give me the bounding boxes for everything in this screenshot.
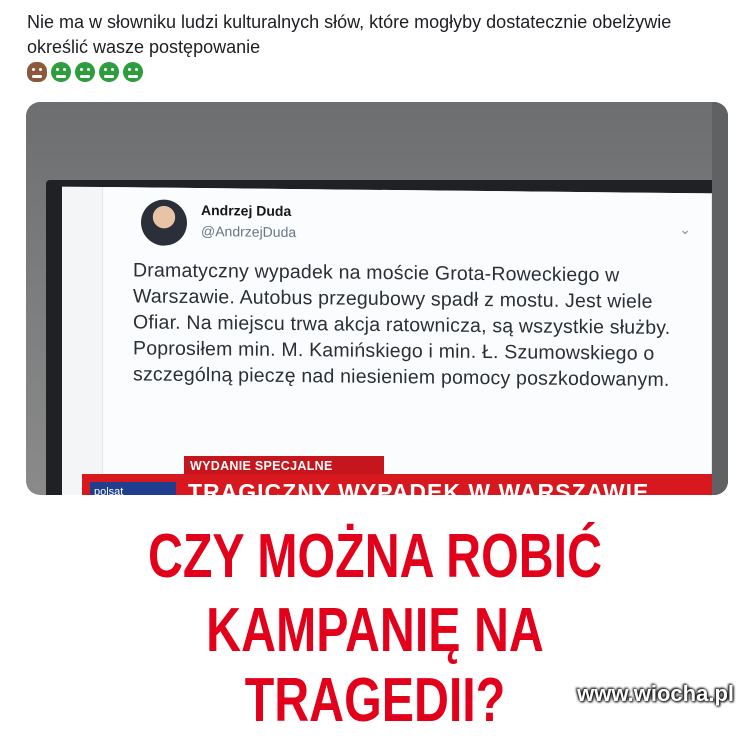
tv-photo[interactable]: Andrzej Duda @AndrzejDuda ⌄ Dramatyczny … xyxy=(26,102,728,495)
tweet-card: Andrzej Duda @AndrzejDuda ⌄ Dramatyczny … xyxy=(102,187,712,494)
watermark: www.wiocha.pl xyxy=(577,681,734,706)
emoji-row xyxy=(27,62,143,84)
nauseated-face-icon xyxy=(99,62,119,82)
chevron-down-icon: ⌄ xyxy=(679,221,691,238)
avatar xyxy=(141,199,187,246)
poo-icon xyxy=(27,62,47,82)
nauseated-face-icon xyxy=(123,62,143,82)
ticker-headline: TRAGICZNY WYPADEK W WARSZAWIE xyxy=(188,479,650,495)
post-text: Nie ma w słowniku ludzi kulturalnych słó… xyxy=(27,12,672,57)
special-edition-label: WYDANIE SPECJALNE xyxy=(190,459,333,473)
channel-logo: polsat xyxy=(90,482,176,495)
news-ticker: polsat TRAGICZNY WYPADEK W WARSZAWIE xyxy=(82,474,728,495)
channel-logo-text: polsat xyxy=(94,486,124,495)
nauseated-face-icon xyxy=(75,62,95,82)
tv-screen: Andrzej Duda @AndrzejDuda ⌄ Dramatyczny … xyxy=(62,186,712,495)
photo-edge xyxy=(712,102,728,495)
headline-line-1: CZY MOŻNA ROBIĆ xyxy=(147,522,603,591)
tweet-author-handle: @AndrzejDuda xyxy=(201,223,297,241)
headline-line-2: KAMPANIĘ NA TRAGEDII? xyxy=(206,596,544,735)
nauseated-face-icon xyxy=(51,62,71,82)
tweet-author-name: Andrzej Duda xyxy=(201,202,292,219)
tweet-body: Dramatyczny wypadek na moście Grota-Rowe… xyxy=(133,259,671,391)
